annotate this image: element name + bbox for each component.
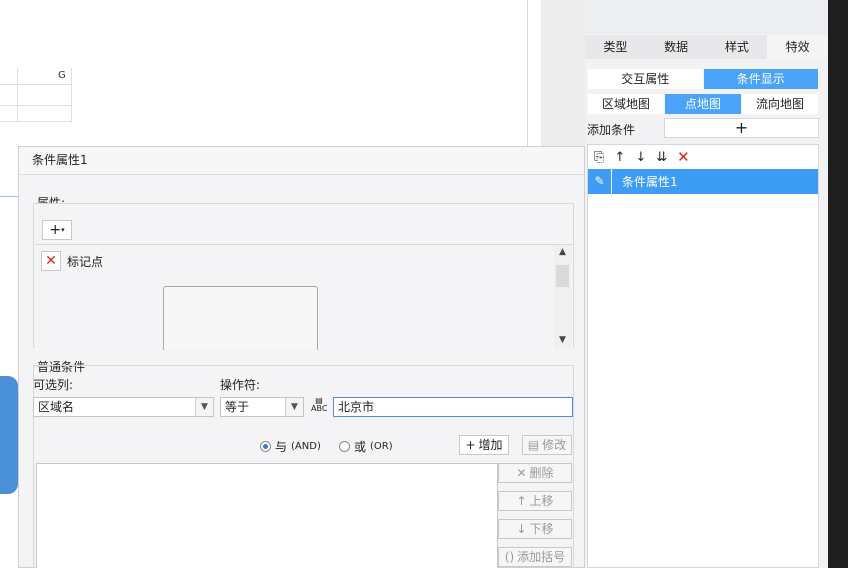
add-condition-button[interactable]: +	[664, 118, 819, 138]
move-up-button[interactable]: ↑ 上移	[498, 491, 572, 511]
list-item[interactable]: ✎ 条件属性1	[588, 169, 818, 194]
vertical-scrollbar[interactable]: ▲ ▼	[554, 245, 571, 349]
mode-toggle: 交互属性 条件显示	[588, 69, 818, 89]
plus-icon: +	[465, 438, 476, 452]
modify-button-label: 修改	[542, 438, 567, 452]
arrow-down-icon[interactable]: ↓	[635, 150, 646, 165]
add-condition-label: 添加条件	[587, 123, 636, 137]
add-bracket-button-label: 添加括号	[517, 550, 566, 564]
optional-column-label: 可选列:	[33, 378, 74, 392]
delete-button[interactable]: ✕ 删除	[498, 463, 572, 483]
operator-select-value: 等于	[225, 400, 250, 414]
grid-line	[0, 105, 72, 106]
condition-name: 条件属性1	[622, 175, 678, 189]
arrow-up-icon[interactable]: ↑	[614, 150, 625, 165]
operator-label: 操作符:	[220, 378, 261, 392]
radio-indicator[interactable]	[339, 441, 350, 452]
condition-expression-list[interactable]	[36, 463, 498, 568]
attributes-group: +▾ ✕ 标记点 ▲ ▼	[33, 203, 574, 350]
radio-and-label: 与	[275, 440, 288, 454]
value-type-icon[interactable]: ▤ ABC	[311, 397, 327, 413]
copy-icon[interactable]: ⎘	[594, 150, 604, 165]
toggle-interaction-props[interactable]: 交互属性	[588, 69, 703, 89]
radio-indicator[interactable]	[260, 441, 271, 452]
move-down-button-label: 下移	[529, 522, 554, 536]
delete-icon[interactable]: ✕	[677, 148, 690, 166]
settings-panel: 类型 数据 样式 特效 交互属性 条件显示 区域地图 点地图 流向地图 添加条件…	[585, 0, 828, 568]
column-header-g[interactable]: G	[58, 70, 66, 81]
close-icon: ✕	[516, 466, 527, 480]
panel-tabs: 类型 数据 样式 特效	[585, 35, 828, 59]
map-shape-outline	[0, 196, 18, 246]
grid-line	[71, 68, 72, 122]
column-select-value: 区域名	[38, 400, 75, 414]
map-shape	[0, 376, 18, 494]
delete-button-label: 删除	[529, 466, 554, 480]
operator-select[interactable]: 等于 ▼	[220, 397, 304, 417]
grid-line	[0, 121, 72, 122]
panel-header	[585, 0, 828, 34]
condition-toolbar: ⎘ ↑ ↓ ⇊ ✕	[588, 145, 818, 169]
radio-and-tag: (AND)	[291, 441, 321, 452]
list-item[interactable]: ✕ 标记点	[41, 251, 103, 271]
move-down-button[interactable]: ↓ 下移	[498, 519, 572, 539]
edit-icon: ▤	[527, 438, 540, 452]
tab-style[interactable]: 样式	[707, 35, 768, 59]
chevron-down-icon: ▾	[61, 226, 65, 234]
arrow-down-icon: ↓	[516, 522, 527, 536]
map-type-region[interactable]: 区域地图	[588, 94, 664, 114]
condition-list: ⎘ ↑ ↓ ⇊ ✕ ✎ 条件属性1	[587, 144, 819, 568]
dialog-title: 条件属性1	[19, 147, 584, 175]
plus-icon: +	[49, 222, 62, 238]
map-type-flow[interactable]: 流向地图	[742, 94, 818, 114]
attribute-label: 标记点	[67, 254, 104, 269]
value-input[interactable]: 北京市	[333, 397, 573, 417]
map-type-selector: 区域地图 点地图 流向地图	[588, 94, 818, 114]
radio-or[interactable]: 或 (OR)	[339, 438, 393, 455]
attribute-preview	[163, 286, 318, 350]
tab-effects[interactable]: 特效	[767, 35, 828, 59]
chevron-down-icon: ▼	[285, 398, 303, 416]
map-type-point[interactable]: 点地图	[665, 94, 741, 114]
chevron-up-icon[interactable]: ▲	[554, 247, 571, 257]
add-button[interactable]: + 增加	[459, 435, 509, 455]
arrow-up-icon: ↑	[516, 494, 527, 508]
remove-attribute-button[interactable]: ✕	[41, 251, 61, 271]
modify-button[interactable]: ▤ 修改	[522, 435, 572, 455]
radio-and[interactable]: 与 (AND)	[260, 438, 321, 455]
tab-type[interactable]: 类型	[585, 35, 646, 59]
chevron-down-icon[interactable]: ▼	[554, 335, 571, 345]
attribute-list: ✕ 标记点 ▲ ▼	[35, 244, 573, 350]
toggle-conditional-display[interactable]: 条件显示	[703, 69, 818, 89]
grid-line	[17, 68, 18, 122]
grid-line	[0, 84, 72, 85]
condition-properties-dialog: 条件属性1 属性: +▾ ✕ 标记点 ▲ ▼ 普通条件 可选列: 区域名 ▼ 操…	[18, 146, 585, 568]
radio-or-label: 或	[354, 440, 367, 454]
add-attribute-dropdown[interactable]: +▾	[42, 220, 72, 240]
move-to-bottom-icon[interactable]: ⇊	[656, 150, 667, 165]
window-edge	[828, 0, 848, 568]
tab-data[interactable]: 数据	[646, 35, 707, 59]
scrollbar-thumb[interactable]	[556, 265, 569, 287]
move-up-button-label: 上移	[529, 494, 554, 508]
add-button-label: 增加	[478, 438, 503, 452]
bracket-icon: ()	[504, 550, 515, 564]
chevron-down-icon: ▼	[195, 398, 213, 416]
edit-pencil-icon[interactable]: ✎	[588, 169, 612, 194]
radio-or-tag: (OR)	[370, 441, 393, 452]
add-bracket-button[interactable]: () 添加括号	[498, 547, 572, 567]
column-select[interactable]: 区域名 ▼	[33, 397, 214, 417]
